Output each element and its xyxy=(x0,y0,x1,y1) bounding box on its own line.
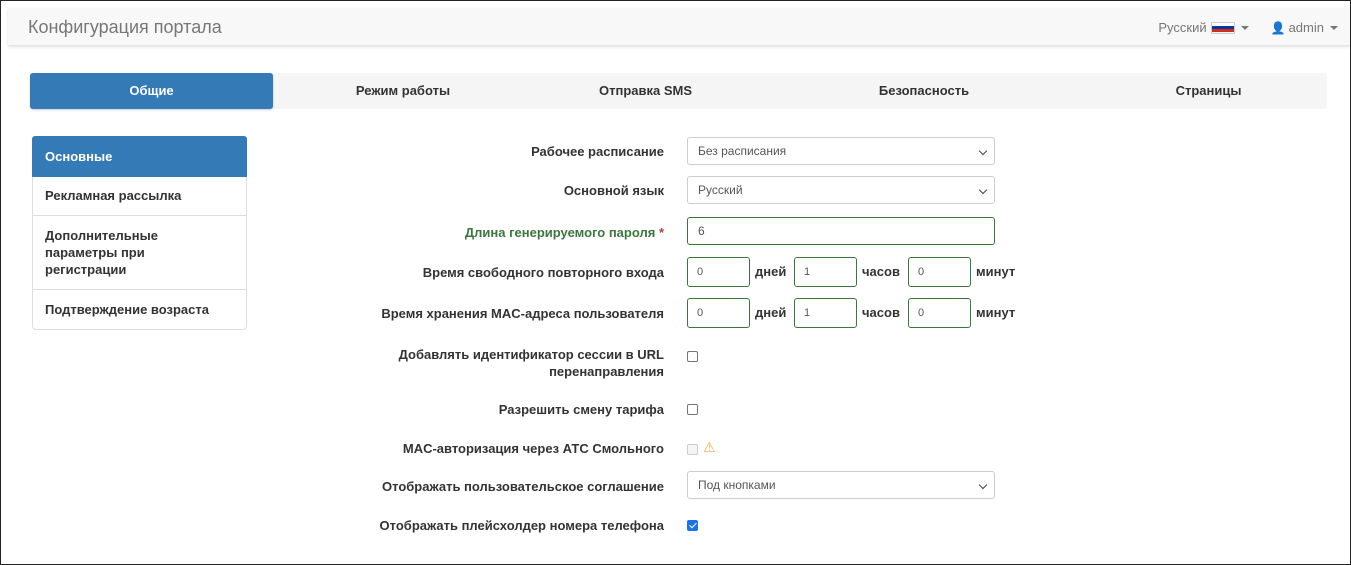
relogin-label: Время свободного повторного входа xyxy=(422,265,664,280)
russia-flag-icon xyxy=(1210,21,1235,34)
chevron-down-icon xyxy=(978,146,988,156)
mac-store-label: Время хранения MAC-адреса пользователя xyxy=(381,306,664,321)
days-unit: дней xyxy=(755,305,787,320)
language-dropdown[interactable]: Русский xyxy=(1158,20,1249,35)
schedule-select[interactable]: Без расписания xyxy=(687,137,995,165)
agreement-value: Под кнопками xyxy=(698,478,776,492)
required-asterisk: * xyxy=(658,225,664,240)
username: admin xyxy=(1288,20,1324,35)
agreement-label: Отображать пользовательское соглашение xyxy=(382,479,664,494)
hours-unit: часов xyxy=(862,264,900,279)
phone-placeholder-label: Отображать плейсхолдер номера телефона xyxy=(379,518,664,533)
relogin-minutes-input[interactable]: 0 xyxy=(908,257,971,287)
chevron-down-icon xyxy=(978,185,988,195)
agreement-select[interactable]: Под кнопками xyxy=(687,471,995,499)
minutes-unit: минут xyxy=(976,264,1016,279)
mac-store-days-input[interactable]: 0 xyxy=(687,298,750,328)
mac-auth-label: MAC-авторизация через АТС Смольного xyxy=(402,441,664,456)
relogin-days-input[interactable]: 0 xyxy=(687,257,750,287)
tariff-change-label: Разрешить смену тарифа xyxy=(498,402,664,417)
language-label: Русский xyxy=(1158,20,1207,35)
mac-auth-checkbox[interactable] xyxy=(687,444,698,455)
mac-store-hours-input[interactable]: 1 xyxy=(794,298,857,328)
sidebar: Основные Рекламная рассылка Дополнительн… xyxy=(32,136,247,330)
tariff-change-checkbox[interactable] xyxy=(687,404,698,415)
language-select[interactable]: Русский xyxy=(687,176,995,204)
days-unit: дней xyxy=(755,264,787,279)
user-icon: 👤 xyxy=(1270,20,1286,35)
top-navbar: Конфигурация портала Русский 👤 admin xyxy=(8,8,1350,46)
tab-pages[interactable]: Страницы xyxy=(1090,73,1327,109)
session-id-checkbox[interactable] xyxy=(687,351,698,362)
hours-unit: часов xyxy=(862,305,900,320)
warning-icon: ⚠ xyxy=(703,439,716,455)
tab-general[interactable]: Общие xyxy=(30,73,273,109)
navbar-right: Русский 👤 admin xyxy=(1158,20,1338,35)
chevron-down-icon xyxy=(978,480,988,490)
session-id-label: Добавлять идентификатор сессии в URL пер… xyxy=(399,346,664,380)
sidebar-item-registration-params[interactable]: Дополнительные параметры при регистрации xyxy=(33,216,246,290)
password-length-input[interactable]: 6 xyxy=(687,217,995,245)
tab-security[interactable]: Безопасность xyxy=(758,73,1090,109)
sidebar-item-age-confirmation[interactable]: Подтверждение возраста xyxy=(33,290,246,329)
tab-work-mode[interactable]: Режим работы xyxy=(273,73,533,109)
settings-tabs: Общие Режим работы Отправка SMS Безопасн… xyxy=(30,73,1327,109)
user-dropdown[interactable]: 👤 admin xyxy=(1271,20,1338,35)
session-id-label-line1: Добавлять идентификатор сессии в URL xyxy=(398,347,664,362)
page-title[interactable]: Конфигурация портала xyxy=(28,17,222,38)
phone-placeholder-checkbox[interactable] xyxy=(687,520,698,531)
chevron-down-icon xyxy=(1240,25,1249,30)
relogin-hours-input[interactable]: 1 xyxy=(794,257,857,287)
language-label: Основной язык xyxy=(563,183,664,198)
sidebar-item-ad-mailing[interactable]: Рекламная рассылка xyxy=(33,176,246,216)
session-id-label-line2: перенаправления xyxy=(549,364,664,379)
password-length-label: Длина генерируемого пароля * xyxy=(465,224,664,241)
sidebar-item-main[interactable]: Основные xyxy=(32,136,247,177)
mac-store-minutes-input[interactable]: 0 xyxy=(908,298,971,328)
password-length-text: Длина генерируемого пароля xyxy=(464,225,656,240)
schedule-label: Рабочее расписание xyxy=(531,144,664,159)
schedule-value: Без расписания xyxy=(698,144,787,158)
minutes-unit: минут xyxy=(976,305,1016,320)
chevron-down-icon xyxy=(1330,25,1338,30)
tab-sms[interactable]: Отправка SMS xyxy=(533,73,758,109)
language-value: Русский xyxy=(698,183,743,197)
